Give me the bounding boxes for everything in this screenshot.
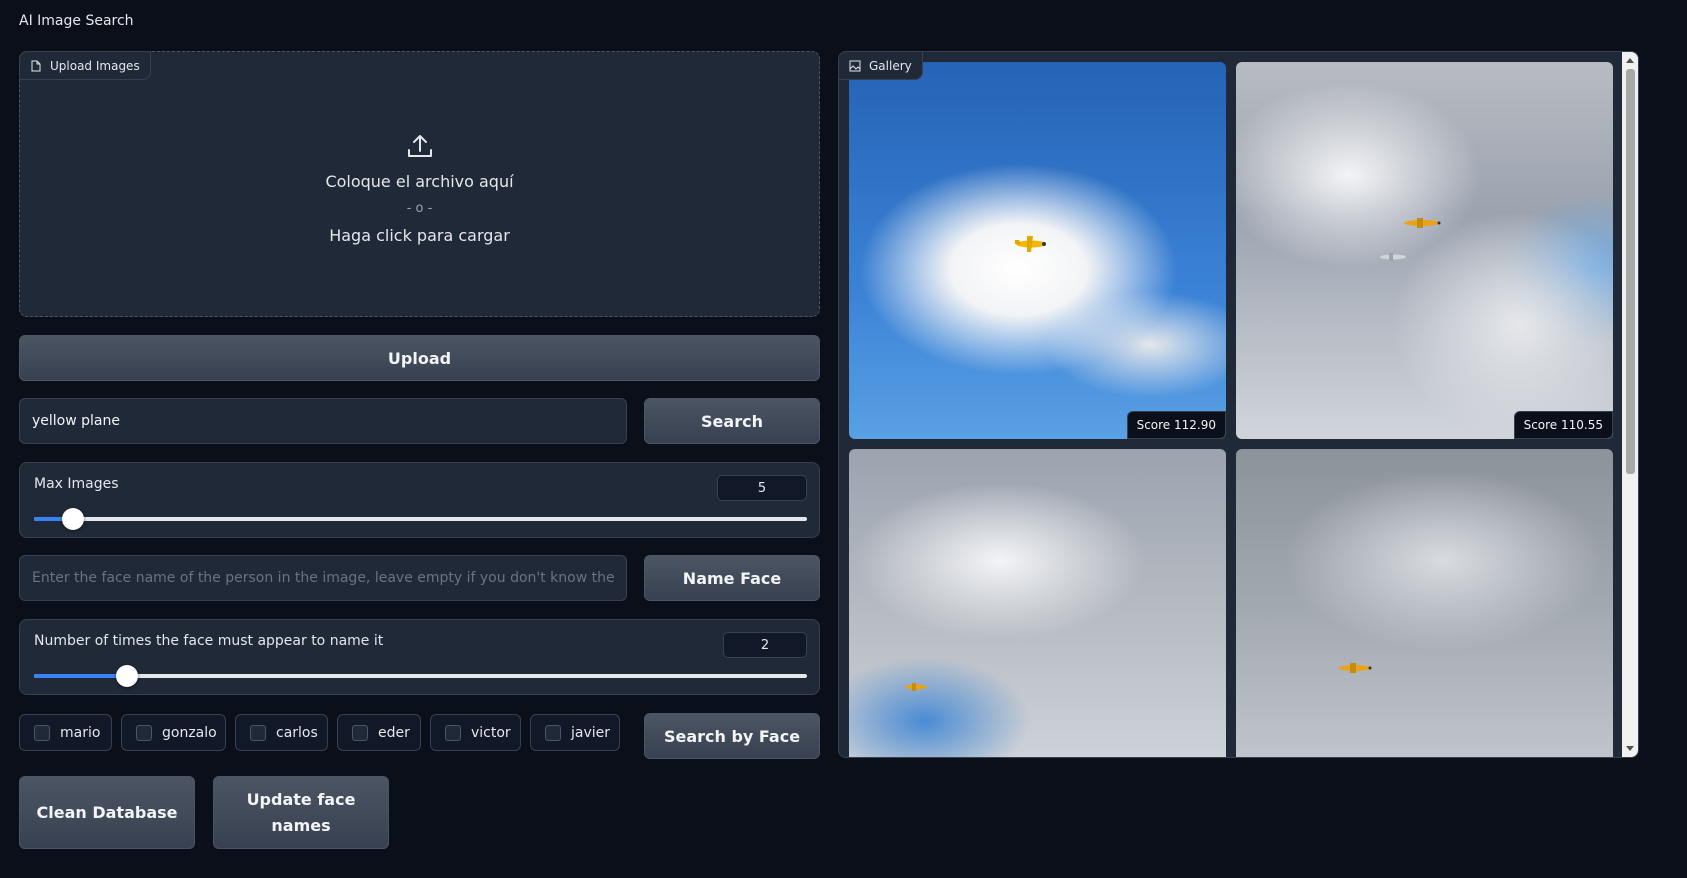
search-field[interactable]: [19, 398, 627, 444]
upload-label: Upload Images: [19, 51, 151, 80]
face-option-javier[interactable]: javier: [530, 714, 620, 751]
or-text: - o -: [406, 201, 433, 216]
face-name-input[interactable]: [32, 570, 614, 586]
scrollbar-thumb[interactable]: [1626, 69, 1635, 474]
checkbox[interactable]: [545, 724, 561, 741]
checkbox[interactable]: [250, 724, 266, 741]
name-face-button[interactable]: Name Face: [644, 555, 820, 601]
search-button[interactable]: Search: [644, 398, 820, 444]
face-option-victor[interactable]: victor: [430, 714, 521, 751]
face-count-fill: [34, 674, 127, 678]
airplane-icon: [905, 683, 927, 691]
gallery-item[interactable]: Score 112.90: [849, 62, 1226, 439]
checkbox[interactable]: [352, 724, 368, 741]
airplane-icon: [1015, 236, 1046, 252]
max-images-thumb[interactable]: [61, 508, 84, 530]
upload-label-text: Upload Images: [50, 58, 140, 73]
file-icon: [31, 60, 41, 71]
face-count-slider[interactable]: [34, 665, 807, 687]
checkbox[interactable]: [34, 724, 50, 741]
search-by-face-button[interactable]: Search by Face: [644, 713, 820, 759]
face-count-panel: Number of times the face must appear to …: [19, 619, 820, 695]
app-title: AI Image Search: [19, 13, 134, 29]
checkbox[interactable]: [445, 724, 461, 741]
face-option-eder[interactable]: eder: [337, 714, 421, 751]
face-option-label: eder: [378, 724, 410, 741]
upload-dropzone[interactable]: Upload Images Coloque el archivo aquí - …: [19, 51, 820, 317]
face-option-label: javier: [571, 724, 611, 741]
image-icon: [849, 60, 861, 71]
score-badge: Score 112.90: [1126, 411, 1226, 439]
search-input[interactable]: [32, 413, 614, 429]
max-images-panel: Max Images 5: [19, 462, 820, 538]
face-option-gonzalo[interactable]: gonzalo: [121, 714, 226, 751]
face-option-carlos[interactable]: carlos: [235, 714, 328, 751]
max-images-slider[interactable]: [34, 508, 807, 530]
face-option-label: victor: [471, 724, 511, 741]
checkbox[interactable]: [136, 724, 152, 741]
score-badge: Score 110.55: [1513, 411, 1613, 439]
face-name-field[interactable]: [19, 555, 627, 601]
upload-button[interactable]: Upload: [19, 335, 820, 381]
drop-text: Coloque el archivo aquí: [325, 172, 514, 191]
gallery-label-text: Gallery: [869, 58, 912, 73]
scroll-up-icon[interactable]: [1626, 58, 1634, 63]
clean-database-button[interactable]: Clean Database: [19, 776, 195, 849]
airplane-icon: [1380, 253, 1406, 261]
gallery-scrollbar[interactable]: [1622, 52, 1638, 757]
upload-icon: [407, 135, 432, 157]
update-face-names-button[interactable]: Update face names: [213, 776, 389, 849]
face-option-label: carlos: [276, 724, 318, 741]
gallery-item[interactable]: [849, 449, 1226, 757]
airplane-icon: [1404, 218, 1441, 228]
face-option-mario[interactable]: mario: [19, 714, 112, 751]
gallery-item[interactable]: Score 110.55: [1236, 62, 1613, 439]
scroll-down-icon[interactable]: [1626, 746, 1634, 751]
click-text: Haga click para cargar: [329, 226, 510, 245]
airplane-icon: [1339, 663, 1372, 673]
face-option-label: mario: [60, 724, 101, 741]
max-images-number[interactable]: 5: [717, 475, 807, 501]
face-count-label: Number of times the face must appear to …: [34, 633, 384, 649]
face-count-thumb[interactable]: [115, 665, 138, 687]
gallery: Gallery Score 112.90 Score 110.55: [838, 51, 1639, 758]
max-images-label: Max Images: [34, 476, 119, 492]
face-count-number[interactable]: 2: [723, 632, 807, 658]
gallery-label: Gallery: [839, 52, 923, 80]
face-option-label: gonzalo: [162, 724, 217, 741]
gallery-item[interactable]: [1236, 449, 1613, 757]
